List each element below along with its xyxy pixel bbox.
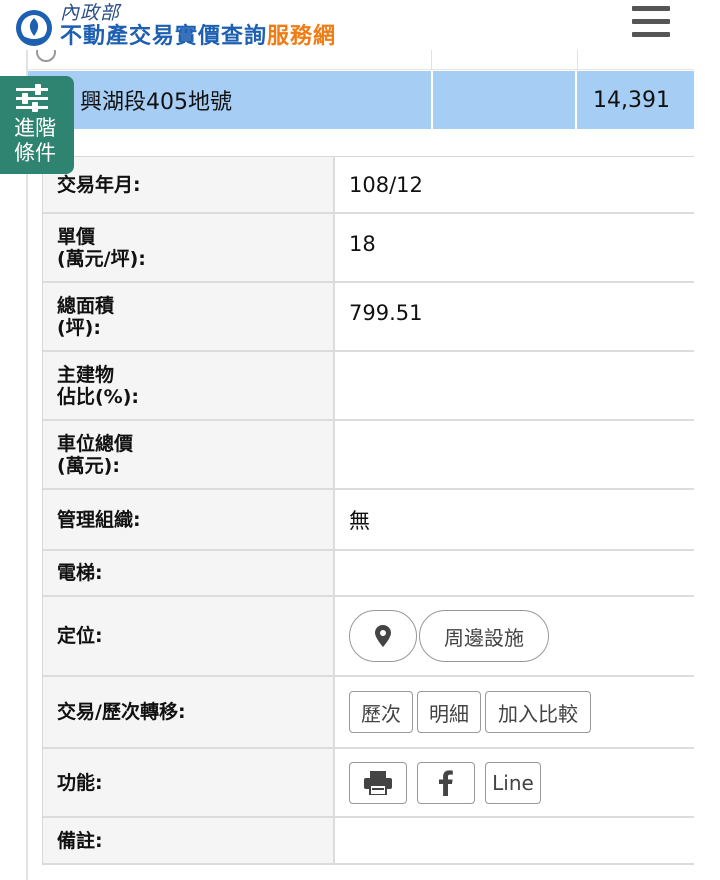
- detail-row-location: 定位: 周邊設施: [43, 597, 694, 677]
- unit-price-value: 18: [333, 214, 694, 281]
- hamburger-menu-icon[interactable]: [632, 6, 670, 38]
- app-header: 內政部 不動產交易實價查詢服務網: [0, 0, 720, 50]
- trade-date-value: 108/12: [333, 157, 694, 212]
- main-building-ratio-label: 主建物 佔比(%):: [43, 352, 333, 419]
- location-label: 定位:: [43, 597, 333, 675]
- page-border: [26, 50, 28, 880]
- parking-total-label: 車位總價 (萬元):: [43, 421, 333, 488]
- location-actions: 周邊設施: [333, 597, 694, 675]
- ministry-name: 內政部: [60, 2, 121, 24]
- total-area-value: 799.51: [333, 283, 694, 350]
- detail-row-functions: 功能: Line: [43, 749, 694, 818]
- previous-row-partial: [28, 42, 694, 70]
- detail-row-management: 管理組織: 無: [43, 490, 694, 551]
- unit-price-label: 單價 (萬元/坪):: [43, 214, 333, 281]
- advanced-filter-label-1: 進階: [14, 116, 56, 140]
- advanced-filter-label-2: 條件: [14, 141, 56, 165]
- result-value: 14,391: [593, 87, 670, 113]
- ministry-emblem-icon: [16, 10, 52, 46]
- sliders-icon: [16, 84, 48, 112]
- site-title-accent: 服務網: [267, 24, 337, 49]
- detail-row-parking-total: 車位總價 (萬元):: [43, 421, 694, 490]
- advanced-filter-button[interactable]: 進階 條件: [0, 76, 74, 174]
- detail-row-remarks: 備註:: [43, 818, 694, 865]
- transfer-actions: 歷次 明細 加入比較: [333, 677, 694, 747]
- facebook-share-button[interactable]: [417, 761, 475, 804]
- detail-row-total-area: 總面積 (坪): 799.51: [43, 283, 694, 352]
- site-title: 不動產交易實價查詢服務網: [60, 24, 336, 50]
- function-actions: Line: [333, 749, 694, 816]
- management-value: 無: [333, 490, 694, 549]
- result-name: 興湖段405地號: [80, 90, 232, 115]
- main-building-ratio-value: [333, 352, 694, 419]
- add-compare-button[interactable]: 加入比較: [485, 691, 591, 733]
- line-share-button[interactable]: Line: [485, 761, 541, 804]
- nearby-facilities-button[interactable]: 周邊設施: [419, 610, 549, 662]
- history-button[interactable]: 歷次: [349, 691, 413, 733]
- functions-label: 功能:: [43, 749, 333, 816]
- detail-button[interactable]: 明細: [417, 691, 481, 733]
- detail-row-main-building-ratio: 主建物 佔比(%):: [43, 352, 694, 421]
- parking-total-value: [333, 421, 694, 488]
- trade-date-label: 交易年月:: [43, 157, 333, 212]
- elevator-label: 電梯:: [43, 551, 333, 595]
- detail-row-unit-price: 單價 (萬元/坪): 18: [43, 214, 694, 283]
- management-label: 管理組織:: [43, 490, 333, 549]
- transfer-label: 交易/歷次轉移:: [43, 677, 333, 747]
- map-pin-icon: [375, 625, 391, 647]
- remarks-value: [333, 818, 694, 863]
- detail-row-trade-date: 交易年月: 108/12: [43, 157, 694, 214]
- elevator-value: [333, 551, 694, 595]
- detail-row-elevator: 電梯:: [43, 551, 694, 597]
- print-button[interactable]: [349, 761, 407, 804]
- total-area-label: 總面積 (坪):: [43, 283, 333, 350]
- selected-result-row[interactable]: 興湖段405地號 14,391: [28, 71, 694, 129]
- facebook-icon: [439, 769, 453, 796]
- remarks-label: 備註:: [43, 818, 333, 863]
- detail-row-transfer: 交易/歷次轉移: 歷次 明細 加入比較: [43, 677, 694, 749]
- result-empty-cell: [431, 71, 577, 129]
- detail-table: 交易年月: 108/12 單價 (萬元/坪): 18 總面積 (坪): 799.51…: [42, 156, 694, 865]
- printer-icon: [364, 770, 392, 795]
- site-logo[interactable]: 內政部 不動產交易實價查詢服務網: [14, 2, 336, 50]
- map-pin-button[interactable]: [349, 610, 417, 662]
- site-title-main: 不動產交易實價查詢: [60, 24, 268, 49]
